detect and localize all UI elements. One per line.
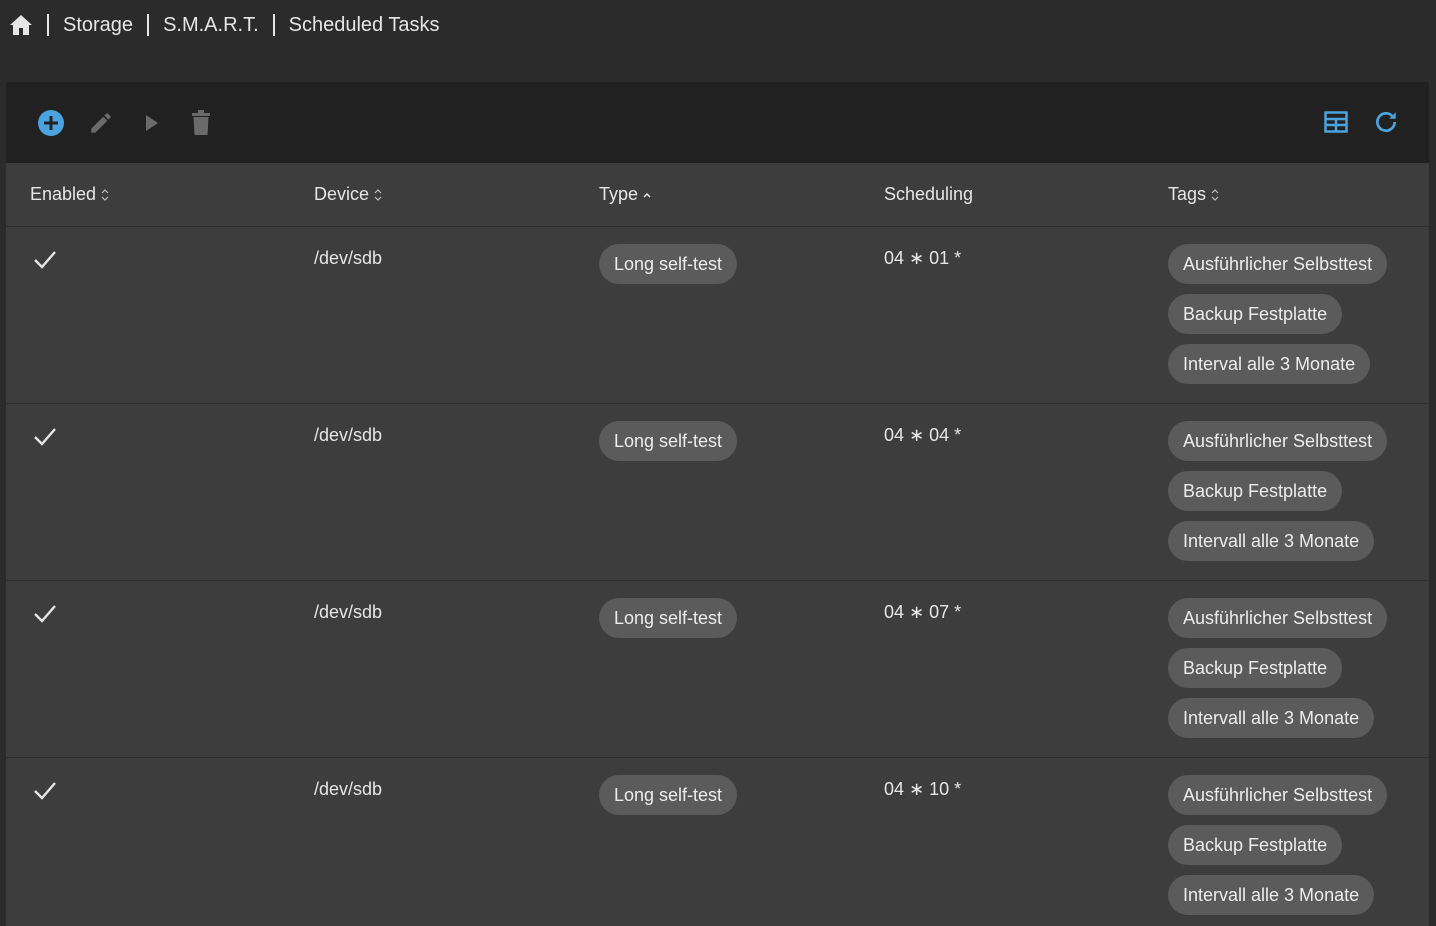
breadcrumb-current: Scheduled Tasks <box>288 13 440 36</box>
column-header-device[interactable]: Device <box>314 184 383 205</box>
sort-icon <box>1211 188 1219 201</box>
breadcrumb-separator <box>147 14 150 36</box>
column-header-scheduling: Scheduling <box>884 184 973 205</box>
tag-chip: Ausführlicher Selbsttest <box>1168 244 1388 284</box>
sort-icon <box>374 188 382 201</box>
table-row[interactable]: /dev/sdb Long self-test 04 ∗ 10 * Ausfüh… <box>6 757 1429 926</box>
tags-cell: Ausführlicher Selbsttest Backup Festplat… <box>1168 598 1388 748</box>
home-icon[interactable] <box>9 13 33 37</box>
check-icon <box>34 251 56 269</box>
tags-cell: Ausführlicher Selbsttest Backup Festplat… <box>1168 244 1388 394</box>
tag-chip: Intervall alle 3 Monate <box>1168 698 1375 738</box>
columns-icon[interactable] <box>1321 107 1351 137</box>
breadcrumb-separator <box>272 14 275 36</box>
delete-icon[interactable] <box>186 108 216 138</box>
table-row[interactable]: /dev/sdb Long self-test 04 ∗ 01 * Ausfüh… <box>6 226 1429 403</box>
tag-chip: Interval alle 3 Monate <box>1168 344 1371 384</box>
table-body: /dev/sdb Long self-test 04 ∗ 01 * Ausfüh… <box>6 226 1429 926</box>
device-cell: /dev/sdb <box>314 425 383 445</box>
type-chip: Long self-test <box>599 598 738 638</box>
device-cell: /dev/sdb <box>314 602 383 622</box>
type-chip: Long self-test <box>599 421 738 461</box>
device-cell: /dev/sdb <box>314 779 383 799</box>
edit-icon[interactable] <box>86 108 116 138</box>
sort-icon <box>101 188 109 201</box>
device-cell: /dev/sdb <box>314 248 383 268</box>
tag-chip: Ausführlicher Selbsttest <box>1168 421 1388 461</box>
column-header-type[interactable]: Type <box>599 184 652 205</box>
tags-cell: Ausführlicher Selbsttest Backup Festplat… <box>1168 775 1388 925</box>
sort-ascending-icon <box>643 192 651 198</box>
breadcrumb-storage[interactable]: Storage <box>63 14 133 37</box>
table-row[interactable]: /dev/sdb Long self-test 04 ∗ 04 * Ausfüh… <box>6 403 1429 580</box>
column-header-enabled[interactable]: Enabled <box>30 184 110 205</box>
check-icon <box>34 782 56 800</box>
column-header-tags[interactable]: Tags <box>1168 184 1220 205</box>
tags-cell: Ausführlicher Selbsttest Backup Festplat… <box>1168 421 1388 571</box>
tag-chip: Intervall alle 3 Monate <box>1168 521 1375 561</box>
tag-chip: Backup Festplatte <box>1168 825 1343 865</box>
scheduling-cell: 04 ∗ 01 * <box>884 248 962 268</box>
check-icon <box>34 605 56 623</box>
table-header: Enabled Device Type Scheduling Tags <box>6 163 1429 226</box>
check-icon <box>34 428 56 446</box>
add-icon[interactable] <box>36 108 66 138</box>
column-header-label: Tags <box>1168 184 1207 204</box>
type-chip: Long self-test <box>599 244 738 284</box>
scheduling-cell: 04 ∗ 10 * <box>884 779 962 799</box>
tag-chip: Ausführlicher Selbsttest <box>1168 598 1388 638</box>
tag-chip: Backup Festplatte <box>1168 471 1343 511</box>
table-row[interactable]: /dev/sdb Long self-test 04 ∗ 07 * Ausfüh… <box>6 580 1429 757</box>
refresh-icon[interactable] <box>1371 107 1401 137</box>
tasks-panel: Enabled Device Type Scheduling Tags /dev… <box>6 82 1429 926</box>
type-chip: Long self-test <box>599 775 738 815</box>
run-icon[interactable] <box>136 108 166 138</box>
tag-chip: Backup Festplatte <box>1168 294 1343 334</box>
toolbar <box>6 82 1429 163</box>
scheduling-cell: 04 ∗ 07 * <box>884 602 962 622</box>
column-header-label: Type <box>599 184 639 204</box>
breadcrumb: Storage S.M.A.R.T. Scheduled Tasks <box>0 0 1436 50</box>
breadcrumb-smart[interactable]: S.M.A.R.T. <box>163 14 259 37</box>
column-header-label: Scheduling <box>884 184 974 204</box>
tag-chip: Ausführlicher Selbsttest <box>1168 775 1388 815</box>
column-header-label: Enabled <box>30 184 97 204</box>
tag-chip: Intervall alle 3 Monate <box>1168 875 1375 915</box>
breadcrumb-separator <box>47 14 49 36</box>
column-header-label: Device <box>314 184 370 204</box>
tag-chip: Backup Festplatte <box>1168 648 1343 688</box>
scheduling-cell: 04 ∗ 04 * <box>884 425 962 445</box>
